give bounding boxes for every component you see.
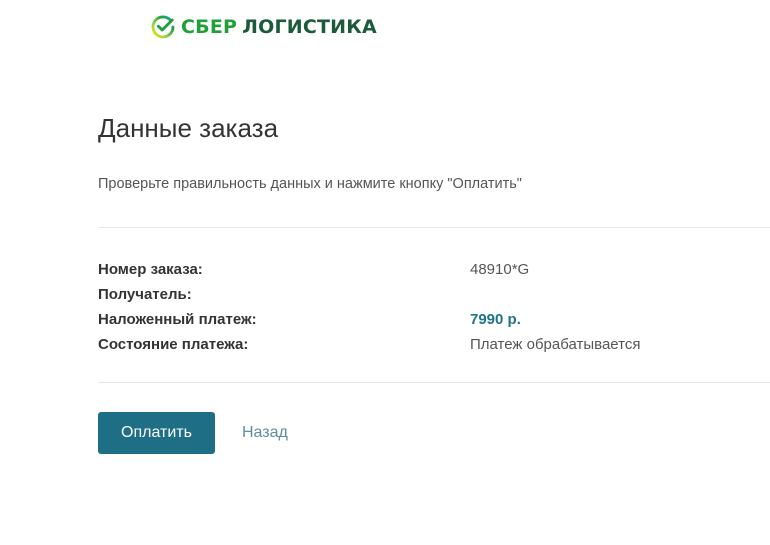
order-number-value: 48910*G	[470, 261, 530, 278]
order-details: Номер заказа: 48910*G Получатель: Наложе…	[98, 257, 770, 357]
payment-status-row: Состояние платежа: Платеж обрабатывается	[98, 332, 770, 357]
cod-payment-row: Наложенный платеж: 7990 р.	[98, 307, 770, 332]
sber-check-circle-icon	[151, 15, 175, 39]
recipient-row: Получатель:	[98, 282, 770, 307]
back-link[interactable]: Назад	[242, 412, 288, 454]
pay-button[interactable]: Оплатить	[98, 412, 215, 454]
logo-sber-text: СБЕР	[181, 15, 238, 38]
order-number-row: Номер заказа: 48910*G	[98, 257, 770, 282]
divider-bottom	[98, 382, 770, 383]
payment-status-value: Платеж обрабатывается	[470, 336, 641, 353]
order-page: СБЕР ЛОГИСТИКА Данные заказа Проверьте п…	[0, 0, 770, 545]
payment-status-label: Состояние платежа:	[98, 336, 249, 353]
recipient-label: Получатель:	[98, 286, 192, 303]
page-title: Данные заказа	[98, 113, 279, 143]
cod-payment-amount: 7990 р.	[470, 311, 521, 328]
order-number-label: Номер заказа:	[98, 261, 203, 278]
logo-logistics-text: ЛОГИСТИКА	[242, 15, 377, 38]
sber-logistics-logo[interactable]: СБЕР ЛОГИСТИКА	[151, 13, 377, 41]
cod-payment-label: Наложенный платеж:	[98, 311, 257, 328]
divider-top	[98, 227, 770, 228]
page-subtitle: Проверьте правильность данных и нажмите …	[98, 176, 522, 192]
